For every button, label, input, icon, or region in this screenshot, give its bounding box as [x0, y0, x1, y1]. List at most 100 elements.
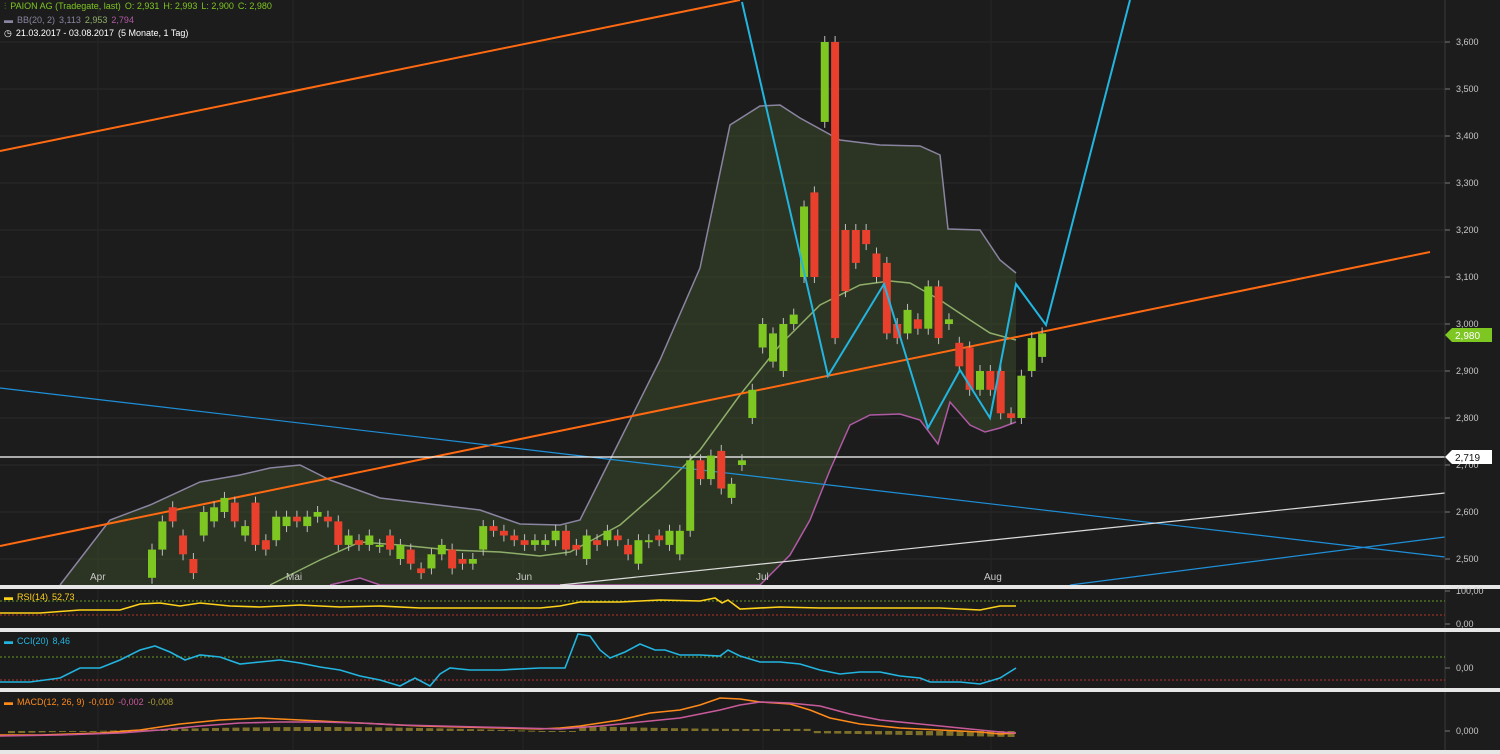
candle[interactable]: [769, 333, 777, 362]
candle[interactable]: [303, 516, 312, 527]
candle[interactable]: [810, 192, 819, 277]
candle[interactable]: [789, 314, 798, 324]
candle[interactable]: [406, 549, 415, 564]
candle[interactable]: [882, 262, 891, 334]
candle[interactable]: [520, 540, 529, 545]
candle[interactable]: [800, 206, 809, 278]
candle[interactable]: [820, 42, 829, 122]
cci-pane[interactable]: 0,00: [0, 633, 1474, 688]
candle[interactable]: [334, 521, 343, 545]
candle[interactable]: [365, 535, 374, 545]
candle[interactable]: [603, 530, 612, 541]
instrument-title[interactable]: PAION AG (Tradegate, last): [10, 1, 121, 11]
candle[interactable]: [934, 286, 943, 339]
candle[interactable]: [675, 530, 684, 555]
macd-label[interactable]: MACD(12, 26, 9): [17, 697, 85, 707]
candle[interactable]: [179, 535, 188, 555]
candle[interactable]: [386, 535, 395, 550]
candle[interactable]: [655, 535, 664, 541]
candle[interactable]: [489, 526, 498, 531]
candle[interactable]: [479, 526, 488, 550]
candle[interactable]: [613, 535, 622, 541]
candle[interactable]: [189, 559, 198, 574]
pane-separator-cci[interactable]: [0, 628, 1500, 632]
candle[interactable]: [706, 455, 715, 480]
pane-separator-rsi[interactable]: [0, 585, 1500, 589]
candle[interactable]: [1038, 333, 1047, 357]
cci-label[interactable]: CCI(20): [17, 636, 49, 646]
candle[interactable]: [323, 516, 332, 522]
candle[interactable]: [499, 530, 508, 536]
candle[interactable]: [458, 559, 467, 564]
candle[interactable]: [448, 549, 457, 569]
candle[interactable]: [1027, 338, 1036, 371]
candle[interactable]: [158, 521, 167, 550]
pane-separator-macd[interactable]: [0, 688, 1500, 692]
candle[interactable]: [344, 535, 353, 545]
candle[interactable]: [976, 371, 984, 390]
candle[interactable]: [261, 540, 270, 550]
bollinger-label[interactable]: BB(20, 2): [17, 15, 55, 25]
macd-histogram-bar: [324, 727, 332, 731]
candle[interactable]: [696, 460, 705, 480]
candle[interactable]: [292, 516, 301, 522]
candle[interactable]: [220, 497, 229, 512]
candle[interactable]: [355, 540, 363, 545]
rsi-label[interactable]: RSI(14): [17, 592, 48, 602]
candle[interactable]: [872, 253, 881, 278]
candle[interactable]: [541, 540, 550, 545]
candle[interactable]: [396, 544, 405, 559]
candle[interactable]: [727, 483, 736, 498]
candle[interactable]: [924, 286, 933, 329]
candle[interactable]: [986, 371, 995, 390]
candle[interactable]: [230, 502, 239, 522]
candle[interactable]: [862, 230, 871, 245]
candle[interactable]: [199, 512, 208, 536]
candle[interactable]: [851, 230, 860, 263]
candle[interactable]: [686, 460, 695, 531]
candle[interactable]: [313, 512, 322, 517]
candle[interactable]: [737, 460, 746, 465]
candle[interactable]: [831, 42, 840, 339]
candle[interactable]: [913, 319, 922, 329]
candle[interactable]: [282, 516, 291, 527]
stock-chart-workspace[interactable]: 3,600 3,500 3,400 3,300 3,200 3,100 3,000 2,900…: [0, 0, 1500, 754]
candle[interactable]: [903, 309, 912, 334]
candle[interactable]: [562, 530, 570, 550]
candle[interactable]: [717, 450, 726, 489]
chart-type-icon[interactable]: ⫶: [4, 1, 6, 11]
candle[interactable]: [779, 324, 788, 371]
candle[interactable]: [530, 540, 539, 545]
candle[interactable]: [748, 389, 757, 418]
candle[interactable]: [955, 342, 964, 367]
candle[interactable]: [758, 324, 767, 348]
candle[interactable]: [572, 544, 581, 550]
candle[interactable]: [965, 347, 974, 390]
candle[interactable]: [582, 535, 591, 560]
candle[interactable]: [551, 530, 560, 541]
candle[interactable]: [468, 559, 477, 564]
candle[interactable]: [375, 544, 384, 547]
candle[interactable]: [634, 540, 643, 564]
date-range[interactable]: 21.03.2017 - 03.08.2017: [16, 28, 114, 38]
macd-pane[interactable]: 0,000: [0, 697, 1479, 737]
candle[interactable]: [168, 507, 177, 522]
candle[interactable]: [665, 530, 674, 545]
candle[interactable]: [644, 540, 653, 543]
candle[interactable]: [1007, 413, 1016, 418]
candle[interactable]: [210, 507, 219, 522]
candle[interactable]: [510, 535, 519, 541]
candle[interactable]: [417, 568, 426, 574]
rsi-pane[interactable]: 100,00 0,00: [0, 586, 1484, 629]
candle[interactable]: [944, 319, 953, 324]
candle[interactable]: [624, 544, 633, 555]
candle[interactable]: [272, 516, 281, 541]
candle[interactable]: [1017, 375, 1026, 418]
candle[interactable]: [251, 502, 260, 545]
candle[interactable]: [593, 540, 602, 545]
candle[interactable]: [841, 230, 850, 292]
candle[interactable]: [427, 554, 436, 569]
candle[interactable]: [241, 526, 250, 536]
candle[interactable]: [437, 544, 446, 555]
candle[interactable]: [148, 549, 156, 578]
